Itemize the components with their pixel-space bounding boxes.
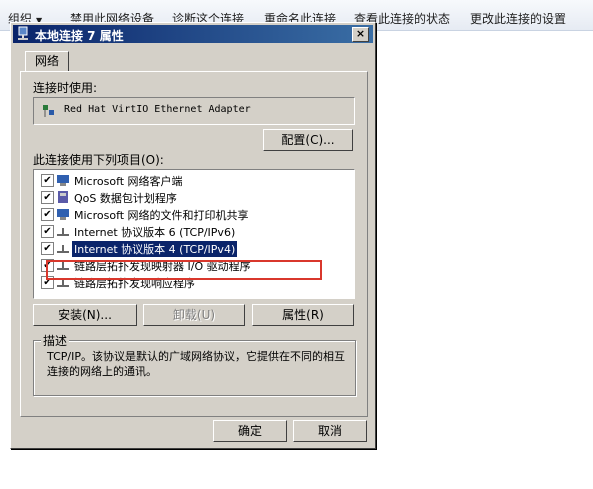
close-button[interactable]: × — [352, 27, 369, 42]
share-icon — [57, 209, 69, 220]
checkbox-file-sharing[interactable]: ✔ — [41, 208, 54, 221]
list-item-label: Internet 协议版本 4 (TCP/IPv4) — [72, 241, 238, 257]
list-item-label: Microsoft 网络客户端 — [74, 175, 183, 188]
network-adapter-icon — [18, 26, 28, 40]
qos-icon — [58, 191, 68, 203]
adapter-display: Red Hat VirtIO Ethernet Adapter — [33, 97, 355, 125]
list-item-qos[interactable]: ✔ QoS 数据包计划程序 — [34, 189, 352, 205]
checkbox-qos[interactable]: ✔ — [41, 191, 54, 204]
description-text: TCP/IP。该协议是默认的广域网络协议，它提供在不同的相互连接的网络上的通讯。 — [47, 350, 345, 378]
list-item-ipv6[interactable]: ✔ Internet 协议版本 6 (TCP/IPv6) — [34, 223, 352, 239]
list-item-ms-client[interactable]: ✔ Microsoft 网络客户端 — [34, 172, 352, 188]
list-item-label: QoS 数据包计划程序 — [74, 192, 177, 205]
install-button[interactable]: 安装(N)... — [33, 304, 137, 326]
tab-network[interactable]: 网络 — [25, 51, 69, 71]
protocol-icon — [57, 228, 69, 236]
ethernet-adapter-icon — [43, 105, 54, 117]
configure-button[interactable]: 配置(C)... — [263, 129, 353, 151]
protocol-icon — [57, 245, 69, 253]
checkbox-ms-client[interactable]: ✔ — [41, 174, 54, 187]
description-title: 描述 — [41, 332, 70, 349]
adapter-name: Red Hat VirtIO Ethernet Adapter — [64, 104, 251, 115]
change-settings-command[interactable]: 更改此连接的设置 — [470, 10, 566, 27]
list-item-label: Internet 协议版本 6 (TCP/IPv6) — [74, 226, 236, 239]
connection-properties-dialog: 本地连接 7 属性 × 网络 连接时使用: Red Hat VirtIO Eth… — [10, 22, 376, 449]
ok-button[interactable]: 确定 — [213, 420, 287, 442]
list-item-ipv4[interactable]: ✔ Internet 协议版本 4 (TCP/IPv4) — [34, 240, 352, 257]
annotation-highlight-box — [46, 260, 322, 280]
uninstall-button[interactable]: 卸载(U) — [143, 304, 245, 326]
checkbox-ipv6[interactable]: ✔ — [41, 225, 54, 238]
dialog-titlebar[interactable]: 本地连接 7 属性 × — [13, 25, 373, 43]
items-label: 此连接使用下列项目(O): — [33, 153, 164, 167]
dialog-title: 本地连接 7 属性 — [35, 29, 124, 43]
connect-using-label: 连接时使用: — [33, 81, 98, 95]
checkbox-ipv4[interactable]: ✔ — [41, 242, 54, 255]
list-item-label: Microsoft 网络的文件和打印机共享 — [74, 209, 249, 222]
cancel-button[interactable]: 取消 — [293, 420, 367, 442]
properties-button[interactable]: 属性(R) — [252, 304, 354, 326]
list-item-file-sharing[interactable]: ✔ Microsoft 网络的文件和打印机共享 — [34, 206, 352, 222]
client-icon — [57, 175, 69, 186]
